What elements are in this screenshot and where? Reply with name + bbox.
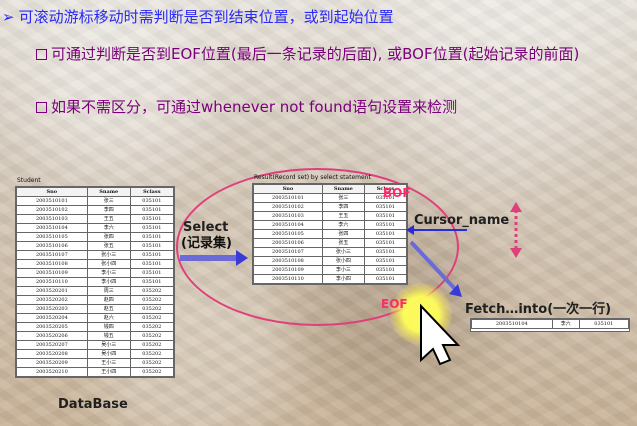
- cursor-arrow-head: [406, 225, 414, 235]
- mouse-pointer-icon: [420, 303, 461, 366]
- fetch-label: Fetch…into(一次一行): [465, 302, 612, 317]
- select-label: Select: [183, 220, 229, 235]
- cursor-name-label: Cursor_name: [414, 213, 510, 228]
- fetch-arrow-line: [409, 240, 458, 292]
- diagram-arrows: [180, 202, 522, 366]
- database-label: DataBase: [58, 397, 128, 412]
- scroll-up-icon: [510, 202, 522, 212]
- eof-label: EOF: [381, 297, 408, 311]
- scroll-down-icon: [510, 248, 522, 258]
- select-arrow-head: [236, 250, 248, 266]
- bof-label: BOF: [383, 186, 411, 200]
- select-sub-label: (记录集): [181, 236, 232, 251]
